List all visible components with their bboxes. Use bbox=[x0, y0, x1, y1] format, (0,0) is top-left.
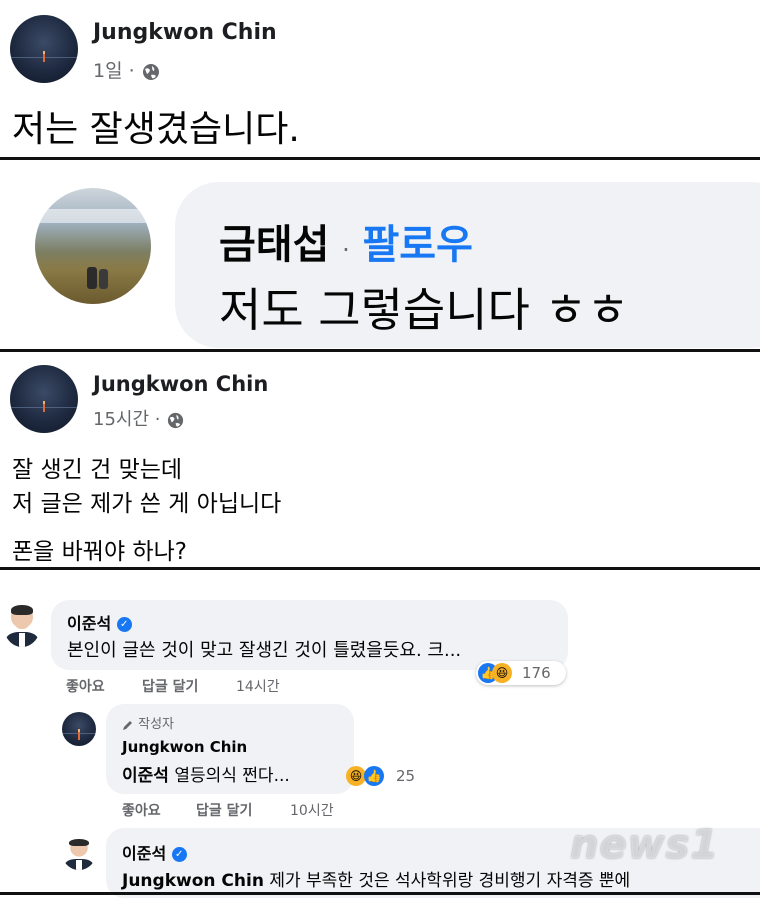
post-body-line-1: 잘 생긴 건 맞는데 bbox=[12, 457, 183, 483]
comment-text: 저도 그렇습니다 ㅎㅎ bbox=[219, 283, 630, 337]
post-body: 저는 잘생겼습니다. bbox=[12, 109, 300, 150]
post-time[interactable]: 1일 bbox=[93, 60, 123, 82]
reply-text: 이준석 열등의식 쩐다... bbox=[122, 761, 290, 786]
comment-header: 금태섭 · 팔로우 bbox=[219, 212, 473, 270]
meta-dot: · bbox=[154, 409, 161, 430]
globe-icon bbox=[168, 412, 184, 428]
comment-author[interactable]: 이준석 ✓ bbox=[67, 610, 132, 634]
reply-body: 열등의식 쩐다... bbox=[174, 766, 290, 786]
pencil-icon bbox=[123, 720, 132, 730]
verified-badge-icon: ✓ bbox=[116, 617, 132, 632]
reply-author[interactable]: 이준석 ✓ bbox=[122, 840, 187, 864]
like-reaction-icon: 👍 bbox=[364, 766, 384, 786]
post-1: Jungkwon Chin 1일 · 저는 잘생겼습니다. bbox=[0, 0, 760, 157]
reaction-count: 25 bbox=[396, 767, 416, 785]
post-meta: 15시간 · bbox=[93, 405, 185, 431]
reply-author-name[interactable]: 이준석 bbox=[122, 844, 166, 863]
comment-time[interactable]: 14시간 bbox=[236, 676, 280, 696]
author-badge: 작성자 bbox=[122, 713, 174, 732]
post-body-line-2: 저 글은 제가 쓴 게 아닙니다 bbox=[12, 491, 282, 517]
comment-author-name[interactable]: 이준석 bbox=[67, 614, 111, 633]
reply-mention[interactable]: 이준석 bbox=[122, 766, 169, 786]
reply-button[interactable]: 답글 달기 bbox=[142, 676, 198, 696]
reply-author-name[interactable]: Jungkwon Chin bbox=[122, 738, 247, 756]
follow-link[interactable]: 팔로우 bbox=[362, 222, 472, 268]
reply-mention[interactable]: Jungkwon Chin bbox=[122, 871, 264, 891]
reply-button[interactable]: 답글 달기 bbox=[196, 800, 252, 820]
post-2: Jungkwon Chin 15시간 · 잘 생긴 건 맞는데 저 글은 제가 … bbox=[0, 352, 760, 567]
reply-author-avatar[interactable] bbox=[62, 836, 96, 870]
reaction-count: 176 bbox=[522, 664, 551, 682]
reply-text: Jungkwon Chin 제가 부족한 것은 석사학위랑 경비행기 자격증 뿐… bbox=[122, 866, 630, 891]
post-time[interactable]: 15시간 bbox=[93, 409, 149, 430]
commenter-avatar[interactable] bbox=[35, 188, 151, 304]
reaction-summary[interactable]: 👍 😆 176 bbox=[476, 661, 566, 685]
header-dot: · bbox=[342, 236, 350, 264]
author-avatar[interactable] bbox=[10, 365, 78, 433]
commenter-avatar[interactable] bbox=[3, 601, 41, 647]
reply-bubble: 작성자 Jungkwon Chin 이준석 열등의식 쩐다... bbox=[106, 704, 354, 794]
post-meta: 1일 · bbox=[93, 56, 161, 83]
verified-badge-icon: ✓ bbox=[171, 847, 187, 862]
comment-text: 본인이 글쓴 것이 맞고 잘생긴 것이 틀렸을듯요. 크... bbox=[67, 640, 462, 661]
post-author-name[interactable]: Jungkwon Chin bbox=[93, 372, 268, 396]
post-body-line-3: 폰을 바꿔야 하나? bbox=[12, 539, 187, 565]
haha-reaction-icon: 😆 bbox=[492, 663, 512, 683]
meta-dot: · bbox=[128, 60, 135, 82]
comment-time[interactable]: 10시간 bbox=[290, 800, 334, 820]
comment-bubble: 금태섭 · 팔로우 저도 그렇습니다 ㅎㅎ bbox=[175, 182, 760, 348]
like-button[interactable]: 좋아요 bbox=[122, 800, 161, 820]
commenter-name[interactable]: 금태섭 bbox=[219, 222, 329, 268]
author-avatar[interactable] bbox=[10, 15, 78, 83]
globe-icon bbox=[142, 63, 159, 80]
like-button[interactable]: 좋아요 bbox=[66, 676, 105, 696]
reply-author-avatar[interactable] bbox=[62, 712, 96, 746]
post-author-name[interactable]: Jungkwon Chin bbox=[93, 20, 277, 45]
news1-watermark-logo: news1 bbox=[570, 822, 720, 868]
haha-reaction-icon: 😆 bbox=[346, 766, 366, 786]
author-badge-label: 작성자 bbox=[138, 717, 175, 732]
comment-bubble: 이준석 ✓ 본인이 글쓴 것이 맞고 잘생긴 것이 틀렸을듯요. 크... bbox=[51, 600, 568, 670]
reaction-summary[interactable]: 😆 👍 25 bbox=[342, 764, 426, 788]
